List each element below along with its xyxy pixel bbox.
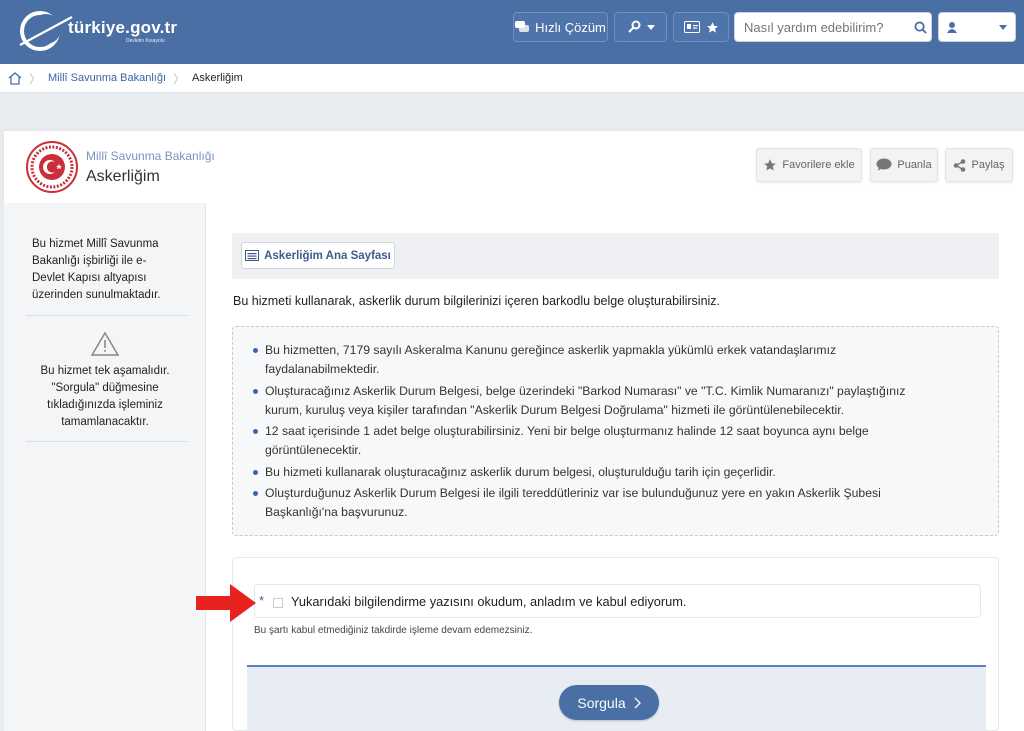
- consent-row[interactable]: * Yukarıdaki bilgilendirme yazısını okud…: [254, 584, 981, 618]
- info-item: Bu hizmetten, 7179 sayılı Askeralma Kanu…: [245, 341, 945, 380]
- consent-form: * Yukarıdaki bilgilendirme yazısını okud…: [232, 557, 999, 731]
- breadcrumb-separator-icon: 〉: [29, 71, 42, 86]
- sidebar-divider: [26, 315, 188, 316]
- ministry-name: Millî Savunma Bakanlığı: [86, 149, 215, 163]
- search-box[interactable]: [734, 12, 932, 42]
- add-favorite-button[interactable]: Favorilere ekle: [756, 148, 862, 182]
- chevron-right-icon: [634, 697, 641, 708]
- rate-button[interactable]: Puanla: [870, 148, 938, 182]
- breadcrumb-current: Askerliğim: [192, 72, 243, 84]
- rate-label: Puanla: [897, 159, 932, 171]
- top-bar: türkiye.gov.tr Devletin Kısayolu Hızlı Ç…: [0, 0, 1024, 64]
- info-item: 12 saat içerisinde 1 adet belge oluştura…: [245, 422, 945, 461]
- sidebar-divider: [26, 441, 188, 442]
- share-button[interactable]: Paylaş: [945, 148, 1013, 182]
- askerligim-home-label: Askerliğim Ana Sayfası: [264, 249, 391, 262]
- intro-text: Bu hizmeti kullanarak, askerlik durum bi…: [233, 294, 721, 308]
- service-header: Millî Savunma Bakanlığı Askerliğim Favor…: [4, 130, 1024, 203]
- search-input[interactable]: [744, 18, 912, 36]
- quick-solution-label: Hızlı Çözüm: [535, 19, 606, 35]
- home-icon[interactable]: [8, 71, 22, 85]
- askerligim-home-button[interactable]: Askerliğim Ana Sayfası: [241, 242, 395, 269]
- site-logo[interactable]: türkiye.gov.tr Devletin Kısayolu: [14, 9, 184, 51]
- chat-icon: [515, 21, 530, 32]
- logo-subtitle: Devletin Kısayolu: [126, 38, 165, 44]
- user-menu-button[interactable]: [938, 12, 1016, 42]
- id-card-button[interactable]: [673, 12, 729, 42]
- key-icon: [627, 20, 640, 33]
- sidebar-single-step-note: Bu hizmet tek aşamalıdır. "Sorgula" düğm…: [40, 365, 170, 428]
- star-icon: [706, 21, 718, 33]
- sorgula-button[interactable]: Sorgula: [559, 685, 659, 720]
- subnav-bar: Askerliğim Ana Sayfası: [232, 233, 999, 279]
- crescent-logo-icon: [19, 11, 73, 51]
- info-item: Oluşturduğunuz Askerlik Durum Belgesi il…: [245, 484, 945, 523]
- required-mark: *: [259, 593, 265, 608]
- breadcrumb-link-ministry[interactable]: Millî Savunma Bakanlığı: [48, 72, 166, 84]
- red-pointer-arrow-icon: [196, 584, 256, 622]
- info-list: Bu hizmetten, 7179 sayılı Askeralma Kanu…: [245, 341, 945, 525]
- quick-solution-button[interactable]: Hızlı Çözüm: [513, 12, 608, 42]
- sidebar-cooperation-note: Bu hizmet Millî Savunma Bakanlığı işbirl…: [32, 238, 161, 301]
- share-icon: [954, 158, 966, 172]
- submit-bar: Sorgula: [247, 665, 986, 731]
- key-menu-button[interactable]: [614, 12, 667, 42]
- consent-warning: Bu şartı kabul etmediğiniz takdirde işle…: [254, 625, 533, 636]
- warning-icon: [90, 331, 120, 356]
- main-content: Askerliğim Ana Sayfası Bu hizmeti kullan…: [206, 203, 1024, 731]
- page-title: Askerliğim: [86, 168, 160, 185]
- caret-down-icon: [646, 24, 655, 30]
- list-icon: [245, 250, 260, 261]
- consent-label[interactable]: Yukarıdaki bilgilendirme yazısını okudum…: [291, 594, 686, 609]
- ministry-emblem: [26, 141, 78, 193]
- sidebar: Bu hizmet Millî Savunma Bakanlığı işbirl…: [4, 203, 206, 731]
- breadcrumb: 〉 Millî Savunma Bakanlığı 〉 Askerliğim: [0, 64, 1024, 93]
- info-box: Bu hizmetten, 7179 sayılı Askeralma Kanu…: [232, 326, 999, 536]
- add-favorite-label: Favorilere ekle: [782, 159, 855, 171]
- consent-checkbox[interactable]: [273, 598, 283, 608]
- info-item: Oluşturacağınız Askerlik Durum Belgesi, …: [245, 382, 945, 421]
- share-label: Paylaş: [971, 159, 1005, 171]
- sorgula-label: Sorgula: [577, 694, 626, 711]
- info-item: Bu hizmeti kullanarak oluşturacağınız as…: [245, 463, 945, 482]
- caret-down-icon: [999, 25, 1007, 30]
- breadcrumb-separator-icon: 〉: [173, 71, 186, 86]
- search-icon[interactable]: [914, 21, 927, 34]
- id-card-icon: [683, 21, 700, 33]
- logo-text: türkiye.gov.tr: [68, 18, 178, 37]
- speech-bubble-icon: [876, 158, 892, 171]
- ministry-seal-icon: [30, 145, 74, 189]
- star-icon: [764, 159, 777, 171]
- user-icon: [947, 22, 957, 33]
